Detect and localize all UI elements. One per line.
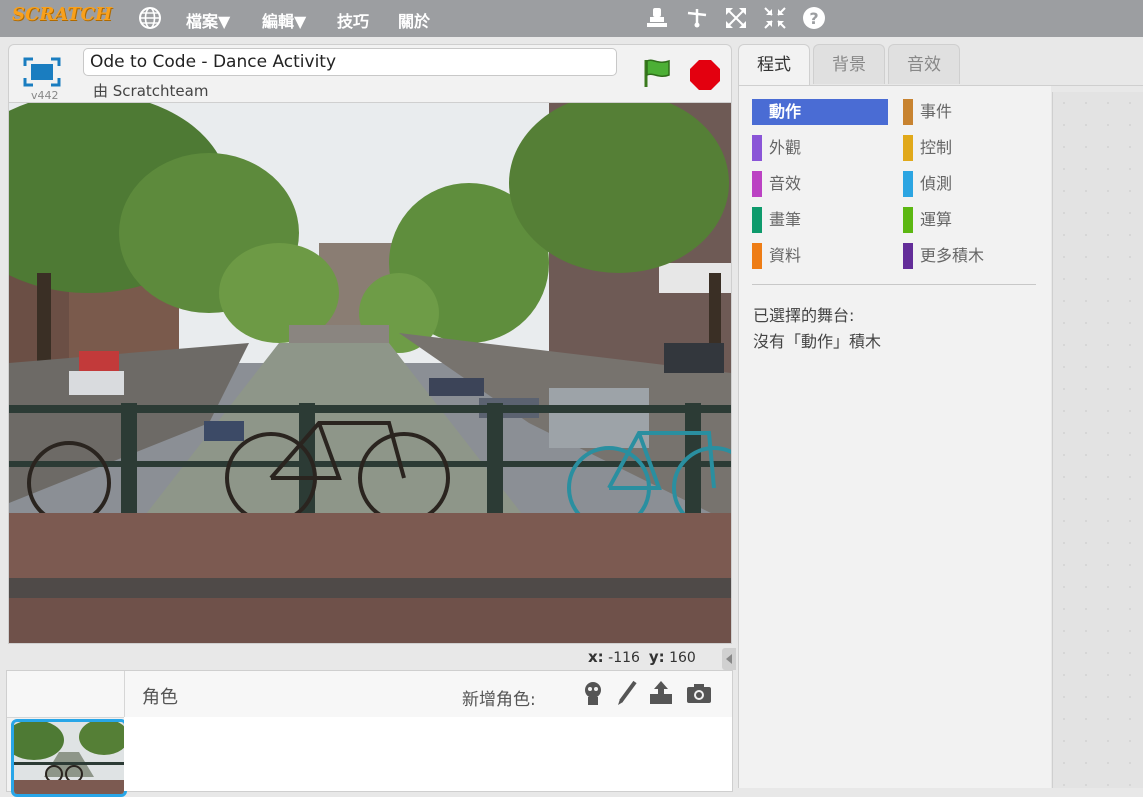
chevron-left-icon: [726, 654, 732, 664]
stage-thumbnail[interactable]: [11, 719, 127, 797]
category-data[interactable]: 資料: [752, 243, 888, 269]
category-color-swatch: [752, 135, 762, 161]
editor-tabs: 程式 背景 音效: [738, 44, 1143, 86]
tab-scripts[interactable]: 程式: [738, 44, 810, 86]
stage-header: v442 由 Scratchteam: [8, 44, 732, 103]
category-pen[interactable]: 畫筆: [752, 207, 888, 233]
shrink-icon[interactable]: [762, 5, 788, 31]
menu-file[interactable]: 檔案▼: [186, 8, 230, 32]
project-title-input[interactable]: [83, 48, 617, 76]
category-motion[interactable]: 動作: [752, 99, 888, 125]
camera-icon[interactable]: [685, 679, 713, 707]
sprite-list[interactable]: [124, 717, 732, 791]
menu-tips[interactable]: 技巧: [337, 8, 369, 32]
sprite-library-icon[interactable]: [579, 679, 607, 707]
fullscreen-icon[interactable]: [23, 57, 61, 87]
category-color-swatch: [903, 99, 913, 125]
category-color-swatch: [752, 99, 762, 125]
stage-thumbnail-image: [14, 722, 124, 794]
category-color-swatch: [752, 207, 762, 233]
palette-note-no-motion-blocks: 沒有「動作」積木: [753, 332, 882, 351]
canal-backdrop-image: [9, 103, 731, 643]
version-label: v442: [31, 89, 59, 102]
tab-backdrops[interactable]: 背景: [813, 44, 885, 84]
collapse-stage-button[interactable]: [722, 648, 736, 670]
sprite-pane-header: 角色 新增角色:: [7, 671, 732, 718]
category-color-swatch: [903, 243, 913, 269]
category-sensing[interactable]: 偵測: [903, 171, 1039, 197]
category-color-swatch: [752, 243, 762, 269]
sprites-label: 角色: [142, 687, 178, 708]
globe-icon[interactable]: [138, 6, 162, 30]
stop-sign-icon[interactable]: [689, 59, 721, 91]
script-area[interactable]: [1052, 92, 1143, 788]
category-control[interactable]: 控制: [903, 135, 1039, 161]
tab-sounds[interactable]: 音效: [888, 44, 960, 84]
category-operators[interactable]: 運算: [903, 207, 1039, 233]
y-value: 160: [669, 650, 696, 666]
x-value: -116: [608, 650, 640, 666]
grow-icon[interactable]: [723, 5, 749, 31]
scratch-logo[interactable]: SCRATCH: [12, 4, 112, 25]
project-author: 由 Scratchteam: [93, 82, 209, 100]
category-color-swatch: [752, 171, 762, 197]
category-color-swatch: [903, 135, 913, 161]
sprite-pane: 角色 新增角色:: [6, 670, 733, 797]
help-icon[interactable]: ?: [801, 5, 827, 31]
new-sprite-label: 新增角色:: [462, 690, 536, 710]
paint-brush-icon[interactable]: [613, 679, 641, 707]
category-looks[interactable]: 外觀: [752, 135, 888, 161]
category-more-blocks[interactable]: 更多積木: [903, 243, 1039, 269]
upload-icon[interactable]: [647, 679, 675, 707]
palette-note-selected-stage: 已選擇的舞台:: [753, 306, 855, 325]
menu-edit[interactable]: 編輯▼: [262, 8, 306, 32]
category-color-swatch: [903, 207, 913, 233]
divider: [124, 671, 125, 717]
category-color-swatch: [903, 171, 913, 197]
y-label: y:: [648, 648, 665, 666]
svg-text:?: ?: [809, 9, 818, 28]
mouse-coordinates: x: -116 y: 160: [588, 648, 696, 666]
menu-about[interactable]: 關於: [398, 8, 430, 32]
delete-scissors-icon[interactable]: [684, 5, 710, 31]
duplicate-stamp-icon[interactable]: [644, 5, 670, 31]
category-events[interactable]: 事件: [903, 99, 1039, 125]
stage-canvas[interactable]: [8, 102, 732, 644]
divider: [752, 284, 1036, 285]
x-label: x:: [588, 648, 604, 666]
green-flag-icon[interactable]: [641, 57, 673, 89]
menu-bar: SCRATCH 檔案▼ 編輯▼ 技巧 關於 ?: [0, 0, 1143, 37]
category-sound[interactable]: 音效: [752, 171, 888, 197]
